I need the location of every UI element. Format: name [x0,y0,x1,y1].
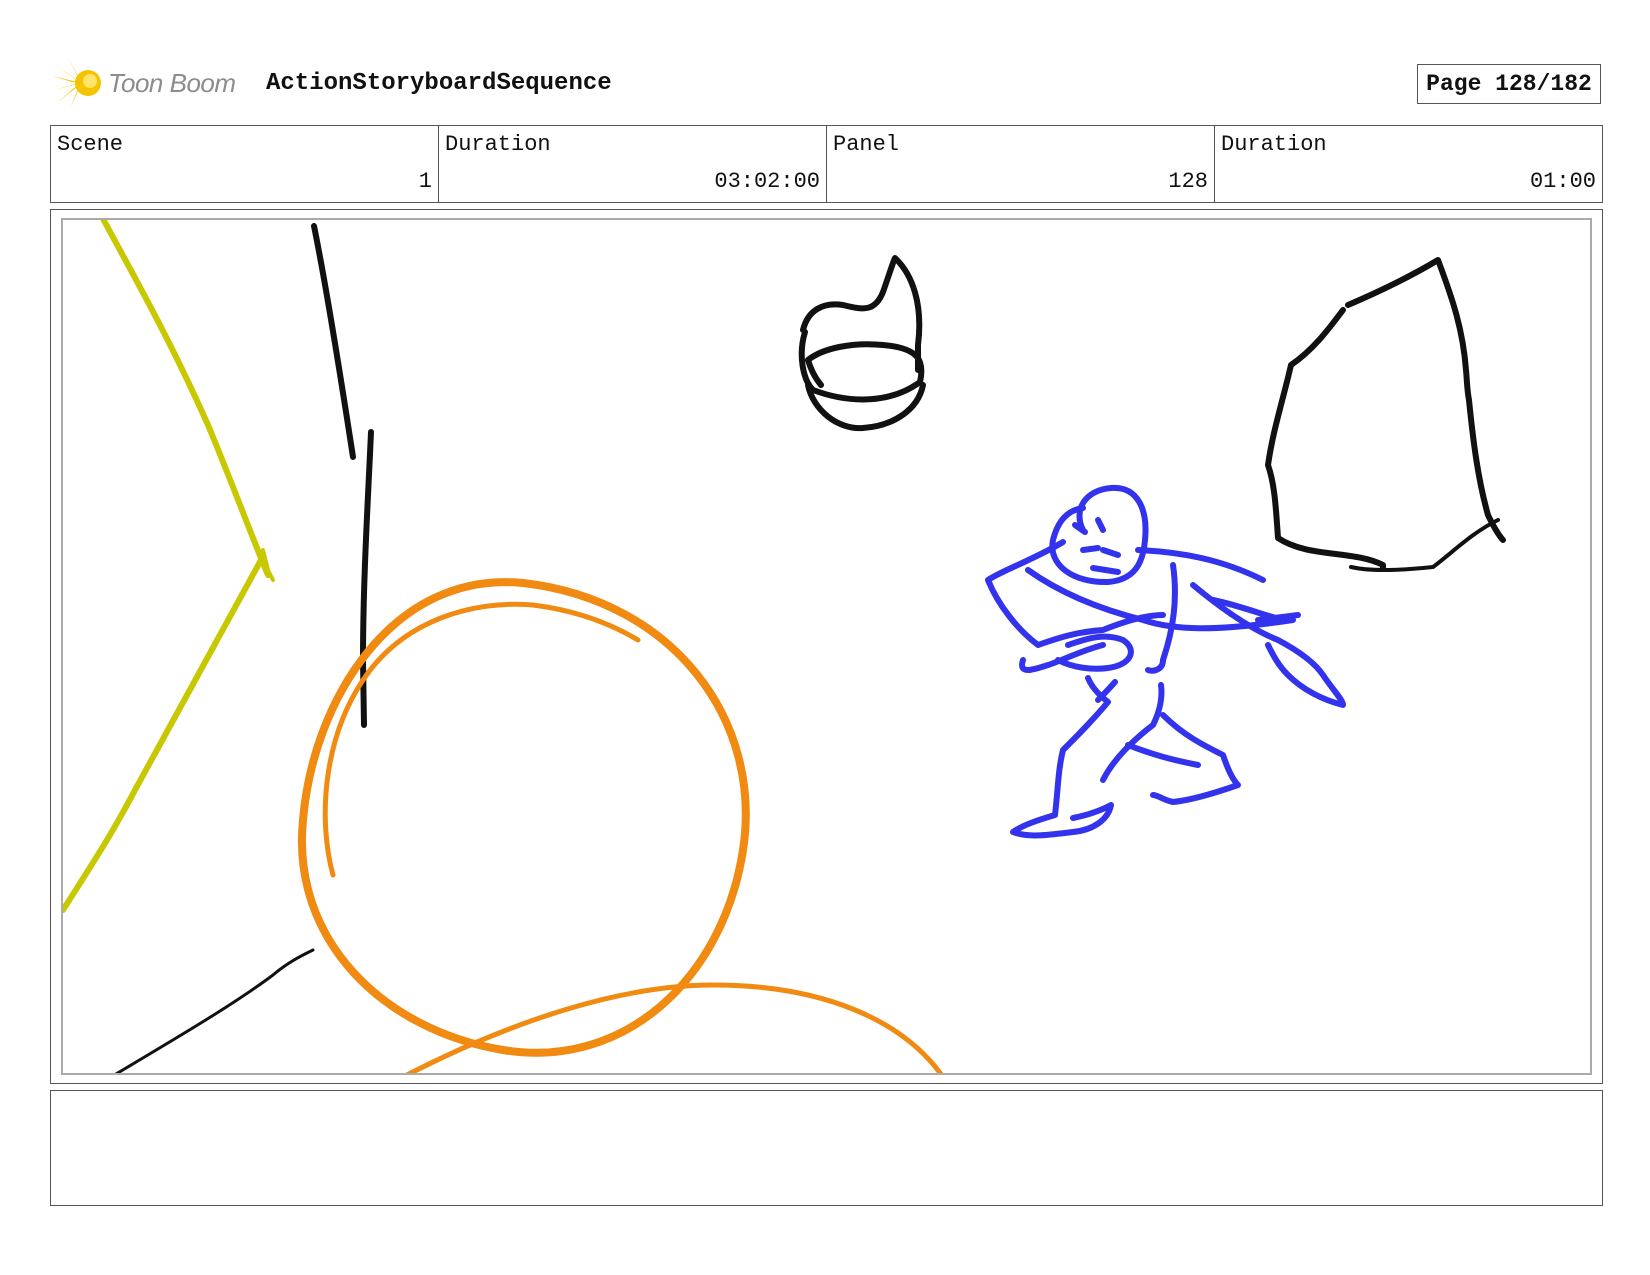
black-rock-stroke [1345,257,1506,543]
panel-label: Panel [833,132,900,157]
yellow-chevron-stroke [63,220,271,913]
panel-drawing-area [61,218,1592,1075]
panel-notes-box [50,1090,1603,1206]
panel-value: 128 [1168,169,1208,194]
storyboard-sketch [63,220,1506,1073]
toon-boom-logo: Toon Boom [52,56,236,110]
page-indicator: Page 128/182 [1417,64,1601,104]
black-diagonal-stroke [114,948,315,1073]
panel-duration-label: Duration [1221,132,1327,157]
panel-duration-value: 01:00 [1529,169,1596,194]
sequence-title: ActionStoryboardSequence [266,70,612,97]
scene-duration-cell: Duration 03:02:00 [439,126,827,202]
logo-text: Toon Boom [108,67,236,98]
scene-duration-value: 03:02:00 [714,169,820,194]
black-rock-left [1265,307,1386,571]
scene-label: Scene [57,132,124,157]
scene-duration-label: Duration [445,132,551,157]
black-vertical-line-1 [311,223,356,460]
blue-character-sketch [985,484,1346,839]
black-bucket-stroke [798,329,925,403]
panel-cell: Panel 128 [827,126,1215,202]
panel-duration-cell: Duration 01:00 [1215,126,1602,202]
scene-value: 1 [418,169,432,194]
scene-cell: Scene 1 [51,126,439,202]
starburst-icon [52,58,101,108]
info-table: Scene 1 Duration 03:02:00 Panel 128 Dura… [50,125,1603,203]
orange-circle-stroke [297,578,750,1057]
